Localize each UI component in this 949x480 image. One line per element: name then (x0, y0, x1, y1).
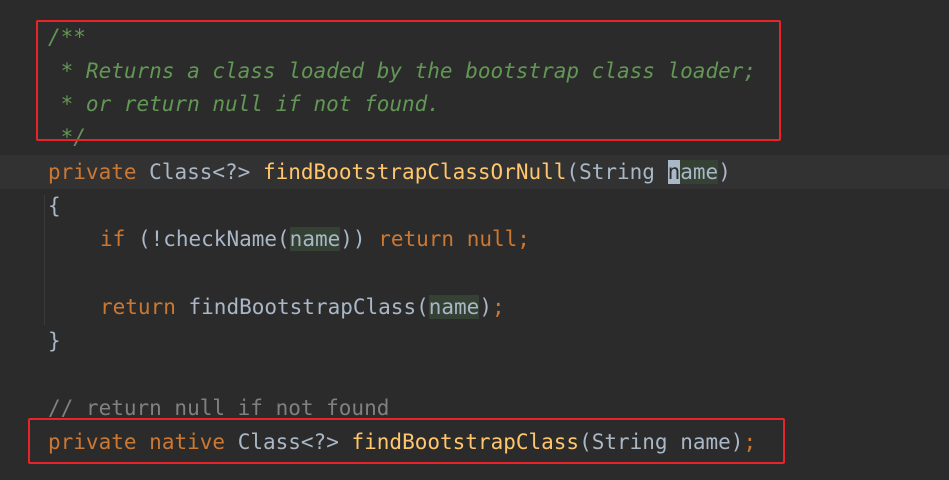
text-cursor[interactable]: n (667, 160, 681, 184)
semicolon: ; (517, 227, 530, 251)
param-name-usage: name (289, 227, 341, 251)
method-signature-find-bootstrap-class-or-null: private Class<?> findBootstrapClassOrNul… (48, 155, 731, 189)
method-name: findBootstrapClassOrNull (262, 160, 567, 184)
open-paren: ( (566, 160, 580, 184)
semicolon: ; (491, 295, 505, 319)
keyword-private: private (48, 160, 137, 184)
param-name-rest: ame (680, 160, 719, 184)
param-type: String (579, 160, 655, 184)
keyword-null: null (466, 227, 518, 251)
highlight-box-doc-comment (36, 20, 781, 141)
return-statement: return findBootstrapClass(name); (100, 290, 505, 324)
close-paren: ) (718, 160, 731, 184)
condition-start: (!checkName( (137, 227, 290, 251)
highlight-box-native-method (28, 418, 785, 464)
keyword-if: if (100, 227, 126, 251)
keyword-return: return (100, 295, 176, 319)
if-statement: if (!checkName(name)) return null; (100, 222, 530, 256)
keyword-return: return (378, 227, 455, 251)
brace-close: } (48, 329, 61, 353)
method-call: findBootstrapClass( (188, 295, 429, 319)
brace-open: { (48, 194, 61, 218)
close-paren: ) (479, 295, 492, 319)
return-type: Class<?> (149, 160, 251, 184)
param-name-usage: name (428, 295, 480, 319)
code-editor[interactable]: /** * Returns a class loaded by the boot… (0, 0, 949, 480)
indent-guide (44, 195, 45, 325)
condition-end: )) (340, 227, 366, 251)
